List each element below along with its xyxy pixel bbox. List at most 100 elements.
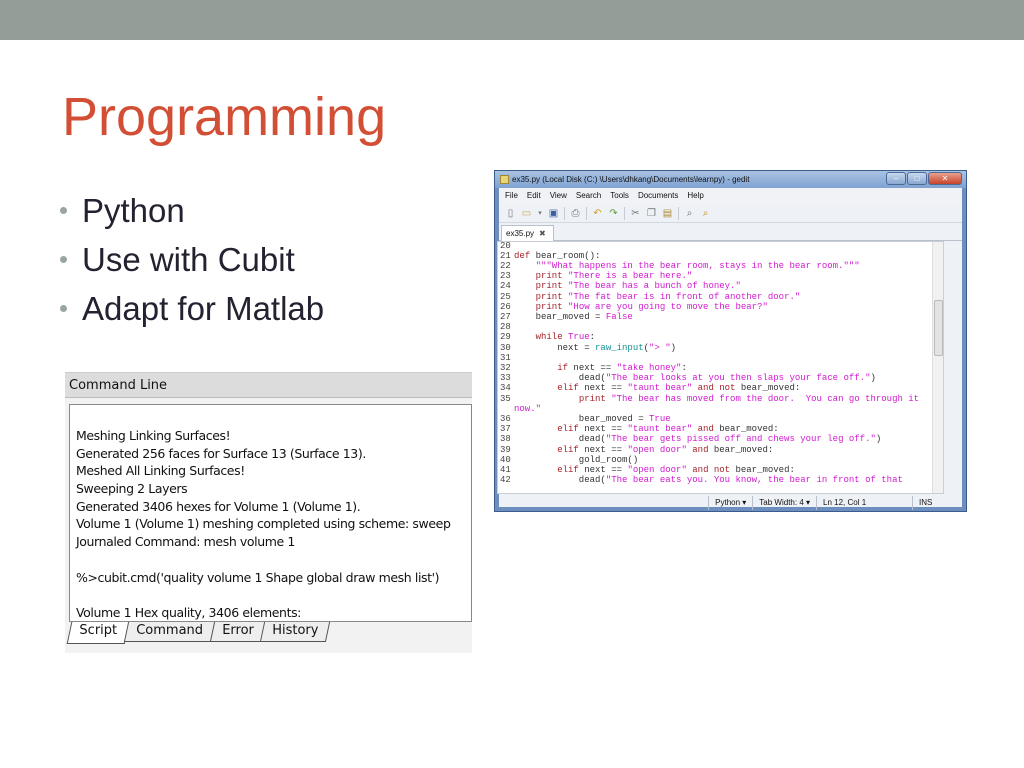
code-token: next == — [578, 464, 628, 475]
output-line: Meshing Linking Surfaces! — [76, 428, 231, 443]
code-token: bear_moved: — [735, 383, 801, 394]
menu-help[interactable]: Help — [687, 188, 703, 204]
code-token: print — [535, 301, 563, 312]
code-token: "How are you going to move the bear?" — [568, 301, 768, 312]
scrollbar-thumb[interactable] — [934, 300, 943, 356]
line-number: 42 — [500, 475, 511, 486]
tab-label: Command — [135, 623, 203, 638]
vertical-scrollbar[interactable] — [932, 242, 943, 493]
code-line: 33 dead("The bear looks at you then slap… — [498, 373, 876, 383]
tab-command[interactable]: Command — [123, 622, 215, 642]
line-number: 39 — [500, 444, 511, 455]
code-token: elif — [557, 444, 579, 455]
code-token: bear_moved: — [708, 444, 774, 455]
tab-script[interactable]: Script — [66, 622, 130, 644]
code-token: next == — [568, 362, 617, 373]
code-line: 41 elif next == "open door" and not bear… — [498, 465, 795, 475]
copy-icon[interactable]: ❐ — [646, 208, 657, 219]
line-number: 36 — [500, 413, 511, 424]
tab-ex35-py[interactable]: ex35.py ✖ — [501, 225, 554, 241]
line-number: 30 — [500, 342, 511, 353]
open-file-icon[interactable]: ▭ — [521, 208, 532, 219]
code-editor[interactable]: 20 21 def bear_room(): 22 """What happens i… — [497, 241, 944, 494]
paste-icon[interactable]: ▤ — [662, 208, 673, 219]
code-token: ) — [875, 434, 882, 445]
code-line: 21 def bear_room(): — [498, 251, 600, 261]
code-token: : — [589, 332, 596, 343]
bullet-text: Adapt for Matlab — [82, 290, 325, 327]
output-line: Volume 1 (Volume 1) meshing completed us… — [76, 516, 451, 532]
minimize-button[interactable]: – — [886, 172, 906, 185]
menu-view[interactable]: View — [550, 188, 567, 204]
line-number: 22 — [500, 260, 511, 271]
code-token: bear_moved = — [514, 413, 650, 424]
undo-icon[interactable]: ↶ — [592, 208, 603, 219]
code-line: 34 elif next == "taunt bear" and not bea… — [498, 383, 800, 393]
open-dropdown-icon[interactable]: ▾ — [537, 208, 543, 219]
code-line: 25 print "The fat bear is in front of an… — [498, 292, 800, 302]
tab-close-icon[interactable]: ✖ — [539, 229, 546, 238]
menu-search[interactable]: Search — [576, 188, 601, 204]
menu-edit[interactable]: Edit — [527, 188, 541, 204]
code-token: True — [649, 413, 671, 424]
code-line: 39 elif next == "open door" and bear_mov… — [498, 445, 773, 455]
close-button[interactable]: ✕ — [928, 172, 962, 185]
command-output[interactable]: Meshing Linking Surfaces! Generated 256 f… — [69, 404, 472, 622]
maximize-button[interactable]: □ — [907, 172, 927, 185]
code-line: 31 — [498, 353, 514, 363]
code-token: "taunt bear" — [627, 424, 693, 435]
code-token: "The bear gets pissed off and chews your… — [605, 434, 876, 445]
tab-label: History — [272, 623, 319, 638]
tab-label: Error — [221, 623, 254, 638]
panel-title: Command Line — [65, 372, 472, 398]
window-title-bar[interactable]: ex35.py (Local Disk (C:) \Users\dhkang\D… — [495, 171, 966, 188]
code-token: next == — [578, 383, 628, 394]
line-number: 23 — [500, 271, 511, 282]
tab-error[interactable]: Error — [209, 622, 266, 642]
code-token: gold_room() — [514, 454, 639, 465]
status-bar: Python ▾ Tab Width: 4 ▾ Ln 12, Col 1 INS — [497, 496, 956, 510]
code-token: next = — [514, 342, 596, 353]
code-token: "The bear eats you. You know, the bear i… — [605, 475, 903, 486]
tab-width-selector[interactable]: Tab Width: 4 ▾ — [752, 496, 816, 510]
code-token: "The bear has a bunch of honey." — [568, 281, 741, 292]
menu-file[interactable]: File — [505, 188, 518, 204]
tab-label: Script — [79, 623, 118, 638]
line-number: 21 — [500, 250, 511, 261]
language-selector[interactable]: Python ▾ — [708, 496, 752, 510]
cut-icon[interactable]: ✂ — [630, 208, 641, 219]
code-token: while — [535, 332, 563, 343]
line-number: 31 — [500, 352, 511, 363]
code-token: dead( — [514, 434, 606, 445]
new-file-icon[interactable]: ▯ — [505, 208, 516, 219]
code-token: "take honey" — [616, 362, 682, 373]
output-line: Journaled Command: mesh volume 1 — [76, 534, 295, 550]
line-number: 24 — [500, 281, 511, 292]
code-line: 42 dead("The bear eats you. You know, th… — [498, 475, 903, 485]
tab-history[interactable]: History — [260, 622, 331, 642]
code-line: 32 if next == "take honey": — [498, 363, 687, 373]
line-number: 28 — [500, 322, 511, 333]
output-line: Volume 1 Hex quality, 3406 elements: — [76, 604, 301, 620]
line-number: 37 — [500, 424, 511, 435]
menu-tools[interactable]: Tools — [610, 188, 629, 204]
code-line: 29 while True: — [498, 332, 595, 342]
print-icon[interactable]: ⎙ — [570, 208, 581, 219]
cursor-position: Ln 12, Col 1 — [816, 496, 912, 510]
save-icon[interactable]: ▣ — [548, 208, 559, 219]
find-icon[interactable]: ⌕ — [684, 208, 695, 219]
replace-icon[interactable]: ⌕ — [700, 208, 711, 219]
output-line: Sweeping 2 Layers — [76, 481, 188, 497]
menu-documents[interactable]: Documents — [638, 188, 678, 204]
code-token: and — [697, 424, 714, 435]
redo-icon[interactable]: ↷ — [608, 208, 619, 219]
